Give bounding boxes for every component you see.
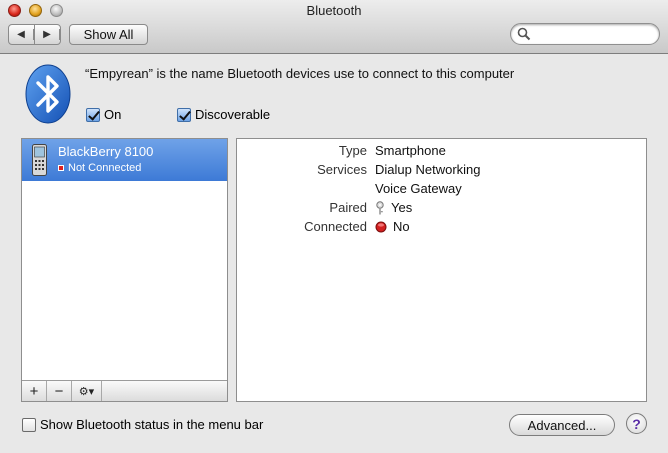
chevron-right-icon: ▶ [35, 29, 60, 40]
forward-button[interactable]: ▶ [35, 25, 60, 44]
bluetooth-icon [25, 64, 71, 124]
services-label: Services [317, 162, 367, 177]
detail-row-connected: Connected No [237, 219, 647, 237]
discoverable-checkbox[interactable]: Discoverable [177, 107, 270, 122]
back-forward-control: ◀ ▶ [8, 24, 61, 45]
services-value: Dialup Networking [375, 162, 481, 177]
paired-label: Paired [329, 200, 367, 215]
disconnected-dot-icon [375, 221, 387, 232]
show-all-button[interactable]: Show All [69, 24, 148, 45]
device-list-toolbar: + − ⚙▾ [22, 380, 227, 401]
device-details-pane: Type Smartphone Services Dialup Networki… [236, 138, 647, 402]
detail-row-services-2: Voice Gateway [237, 181, 647, 199]
device-status-text: Not Connected [68, 162, 142, 174]
help-button[interactable]: ? [626, 413, 647, 434]
search-field[interactable] [510, 23, 660, 45]
detail-row-type: Type Smartphone [237, 143, 647, 161]
paired-value-text: Yes [391, 200, 413, 215]
search-input[interactable] [533, 26, 653, 42]
detail-row-paired: Paired Yes [237, 200, 647, 218]
key-icon [376, 200, 384, 214]
connected-value: No [375, 219, 410, 234]
services-value: Voice Gateway [375, 181, 462, 196]
add-device-button[interactable]: + [22, 381, 47, 401]
computer-name-description: “Empyrean” is the name Bluetooth devices… [85, 66, 515, 81]
connected-value-text: No [393, 219, 410, 234]
discoverable-checkbox-label: Discoverable [195, 107, 271, 122]
on-checkbox-box[interactable] [86, 107, 100, 122]
chevron-left-icon: ◀ [9, 29, 34, 40]
device-list: BlackBerry 8100 Not Connected + − ⚙▾ [21, 138, 228, 402]
on-checkbox-label: On [104, 107, 122, 122]
disconnected-status-icon [58, 165, 64, 171]
device-status: Not Connected [58, 162, 141, 174]
smartphone-icon [32, 144, 47, 176]
remove-device-button[interactable]: − [47, 381, 72, 401]
gear-icon: ⚙▾ [78, 385, 95, 398]
window-title: Bluetooth [306, 3, 362, 18]
detail-row-services: Services Dialup Networking [237, 162, 647, 180]
device-list-item[interactable]: BlackBerry 8100 Not Connected [22, 139, 227, 181]
title-bar: Bluetooth ◀ ▶ Show All [0, 0, 668, 54]
show-status-in-menu-bar-checkbox[interactable]: Show Bluetooth status in the menu bar [22, 417, 263, 432]
type-value: Smartphone [375, 143, 446, 158]
device-name: BlackBerry 8100 [58, 144, 154, 159]
back-button[interactable]: ◀ [9, 25, 35, 44]
connected-label: Connected [304, 219, 367, 234]
question-mark-icon: ? [632, 415, 641, 432]
type-label: Type [338, 143, 367, 158]
advanced-button[interactable]: Advanced... [509, 414, 615, 436]
status-checkbox-box[interactable] [22, 417, 36, 432]
search-icon [517, 27, 531, 41]
status-checkbox-label: Show Bluetooth status in the menu bar [40, 417, 264, 432]
gear-menu-button[interactable]: ⚙▾ [72, 381, 102, 401]
bluetooth-on-checkbox[interactable]: On [86, 107, 121, 122]
discoverable-checkbox-box[interactable] [177, 107, 191, 122]
paired-value: Yes [375, 200, 412, 215]
